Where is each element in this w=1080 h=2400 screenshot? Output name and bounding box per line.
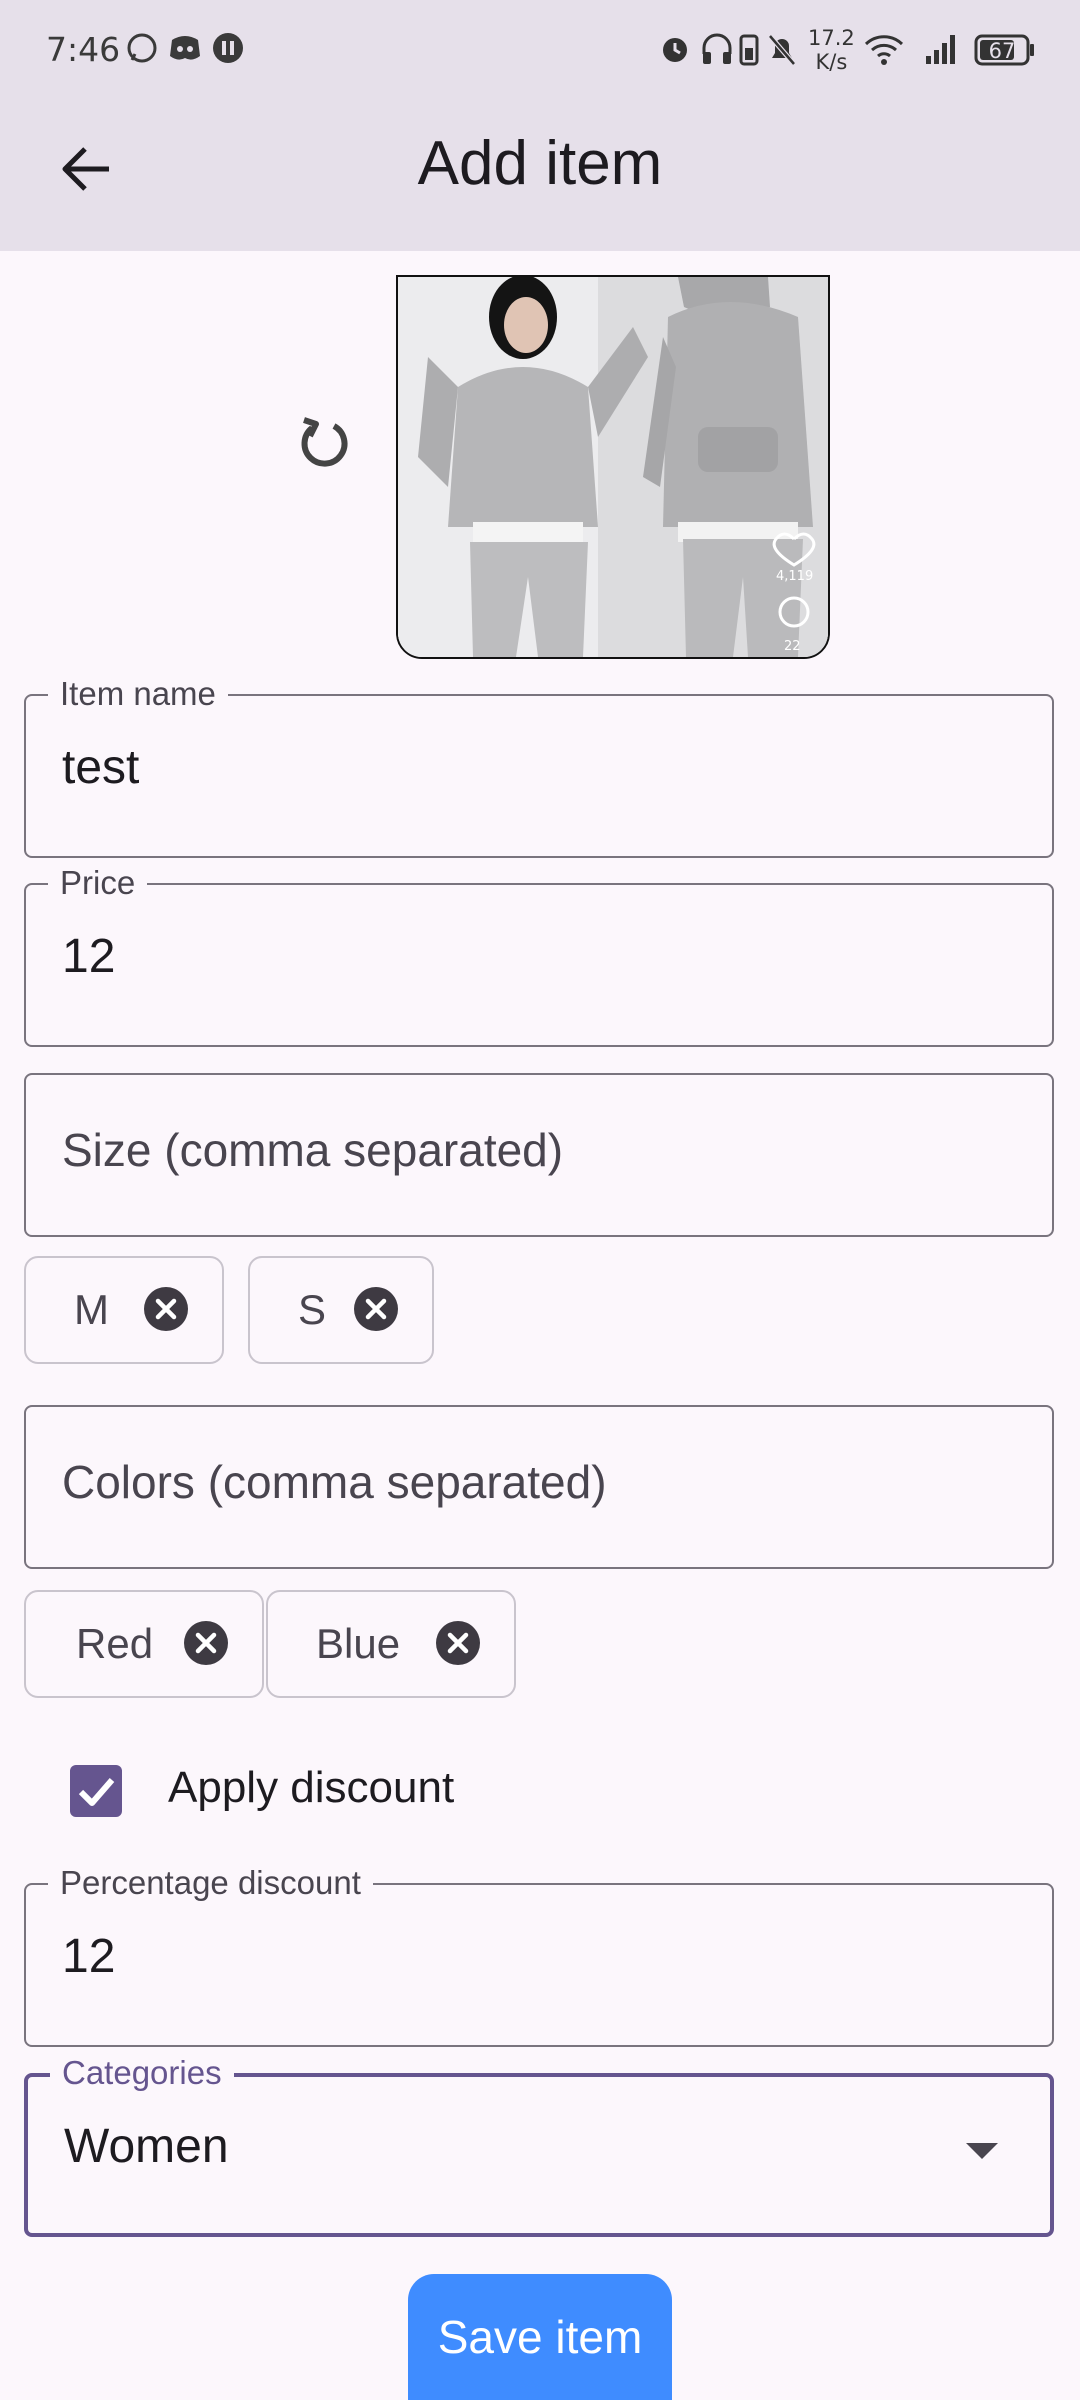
whatsapp-icon [126,32,158,68]
percentage-discount-field[interactable]: Percentage discount 12 [24,1863,1054,2047]
categories-label: Categories [50,2053,234,2093]
price-value: 12 [62,930,116,983]
rotate-icon [290,417,358,482]
size-field[interactable]: Size (comma separated) [24,1073,1054,1237]
colors-placeholder: Colors (comma separated) [62,1456,607,1508]
chip-label: Red [76,1620,154,1667]
page-title: Add item [417,129,663,198]
item-name-field[interactable]: Item name test [24,674,1054,858]
categories-dropdown[interactable]: Categories Women [24,2053,1054,2237]
item-photo [398,277,828,657]
speed-unit: K/s [815,50,848,74]
discord-icon [168,32,202,68]
item-name-value: test [62,741,140,794]
network-speed: 17.2 K/s [808,26,855,74]
close-icon [195,1632,217,1654]
chip-label: S [298,1286,327,1333]
categories-value: Women [64,2120,229,2173]
price-label: Price [48,863,148,903]
remove-chip-button[interactable] [144,1287,188,1331]
speed-value: 17.2 [808,26,855,50]
item-image-preview[interactable]: 4,119 22 [396,275,830,659]
color-chip: Blue [266,1590,516,1698]
headphones-icon [700,32,734,70]
status-time: 7:46 [46,30,121,69]
wifi-icon [864,32,904,70]
check-icon [78,1778,115,1806]
remove-chip-button[interactable] [436,1621,480,1665]
apply-discount-label: Apply discount [168,1763,455,1812]
battery-saver-icon [738,32,760,70]
close-icon [365,1298,387,1320]
apply-discount-checkbox[interactable] [70,1765,122,1817]
close-icon [155,1298,177,1320]
chip-label: M [74,1286,109,1333]
likes-count: 4,119 [776,569,814,584]
rotate-button[interactable] [290,410,358,478]
size-chip: M [24,1256,224,1364]
alarm-icon [658,32,692,70]
status-bar: 7:46 17.2 K/s 67 [0,0,1080,105]
percentage-discount-label: Percentage discount [48,1863,373,1903]
item-name-label: Item name [48,674,228,714]
close-icon [447,1632,469,1654]
colors-field[interactable]: Colors (comma separated) [24,1405,1054,1569]
size-chip: S [248,1256,434,1364]
signal-icon [924,32,960,70]
size-placeholder: Size (comma separated) [62,1124,564,1176]
pause-icon [212,32,244,68]
comments-count: 22 [784,639,801,654]
price-field[interactable]: Price 12 [24,863,1054,1047]
remove-chip-button[interactable] [354,1287,398,1331]
percentage-discount-value: 12 [62,1930,116,1983]
bell-off-icon [766,32,798,70]
battery-icon: 67 [974,34,1036,70]
battery-level: 67 [989,39,1016,63]
save-item-button[interactable]: Save item [408,2274,672,2400]
color-chip: Red [24,1590,264,1698]
dropdown-arrow-icon [966,2143,998,2159]
chip-label: Blue [316,1620,401,1667]
remove-chip-button[interactable] [184,1621,228,1665]
